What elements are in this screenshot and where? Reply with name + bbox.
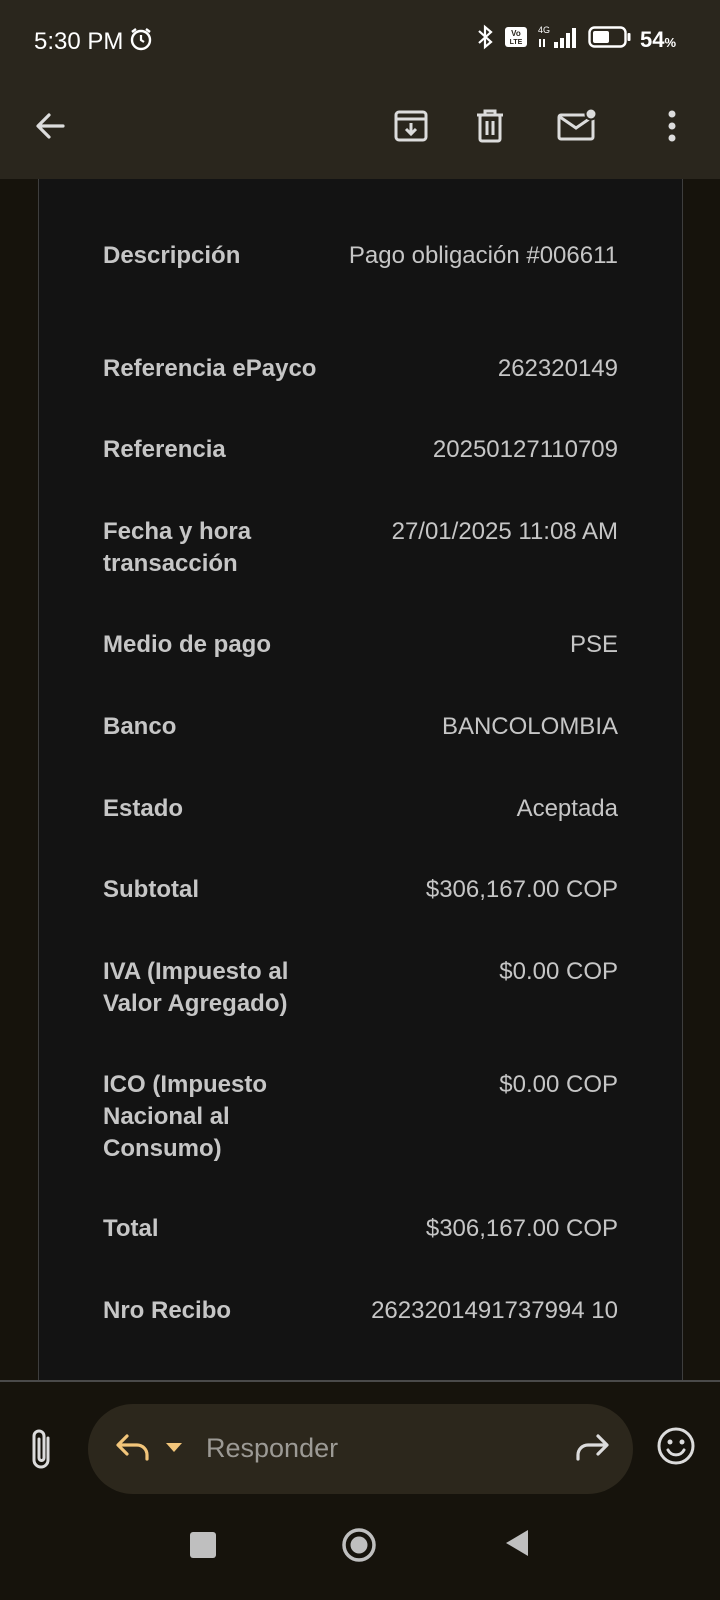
- receipt-value: $306,167.00 COP: [425, 876, 618, 903]
- receipt-value: PSE: [569, 631, 618, 658]
- receipt-label: Referencia: [103, 436, 226, 463]
- receipt-card: Descripción Pago obligación #006611 Refe…: [38, 179, 683, 1380]
- recents-icon[interactable]: [190, 1532, 216, 1558]
- receipt-label: Nro Recibo: [103, 1297, 232, 1324]
- forward-icon[interactable]: [571, 1430, 611, 1471]
- receipt-label: Estado: [103, 795, 184, 822]
- volte-icon: Vo LTE: [504, 26, 528, 53]
- back-arrow-icon: [33, 109, 67, 148]
- archive-icon: [393, 108, 429, 149]
- receipt-label: Subtotal: [103, 876, 199, 903]
- archive-button[interactable]: [383, 100, 439, 156]
- mark-unread-icon: [556, 107, 598, 149]
- reply-compose-bar[interactable]: Responder: [88, 1404, 633, 1494]
- more-icon: [667, 109, 677, 148]
- email-body[interactable]: Descripción Pago obligación #006611 Refe…: [0, 179, 720, 1380]
- status-icons: Vo LTE 4G 54%: [474, 24, 676, 55]
- receipt-label: Fecha y hora transacción: [103, 518, 252, 577]
- receipt-value: 20250127110709: [432, 436, 618, 463]
- alarm-icon: [128, 26, 154, 57]
- receipt-label: Total: [103, 1215, 159, 1242]
- status-bar: 5:30 PM Vo LTE 4G 54%: [0, 0, 720, 80]
- receipt-value: $306,167.00 COP: [425, 1215, 618, 1242]
- svg-text:LTE: LTE: [510, 39, 523, 46]
- battery-percentage-unit: %: [664, 34, 676, 50]
- nav-back-icon[interactable]: [504, 1528, 530, 1563]
- receipt-label: Referencia ePayco: [103, 355, 317, 382]
- receipt-value: 27/01/2025 11:08 AM: [391, 518, 618, 545]
- back-button[interactable]: [22, 100, 78, 156]
- receipt-label: IVA (Impuesto al Valor Agregado): [103, 958, 289, 1017]
- reply-icon[interactable]: [114, 1430, 154, 1471]
- attachment-icon[interactable]: [22, 1424, 62, 1474]
- status-time: 5:30 PM: [34, 28, 124, 55]
- receipt-label: ICO (Impuesto Nacional al Consumo): [103, 1071, 268, 1162]
- receipt-label: Banco: [103, 713, 177, 740]
- receipt-value: BANCOLOMBIA: [441, 713, 618, 740]
- system-nav-bar: [0, 1492, 720, 1600]
- app-bar: [0, 80, 720, 179]
- receipt-label: Medio de pago: [103, 631, 271, 658]
- reply-placeholder: Responder: [206, 1433, 339, 1463]
- mark-unread-button[interactable]: [549, 100, 605, 156]
- dropdown-caret-icon[interactable]: [164, 1440, 184, 1459]
- more-options-button[interactable]: [644, 100, 700, 156]
- emoji-icon[interactable]: [654, 1424, 698, 1473]
- receipt-value: 2623201491737994 10: [371, 1297, 618, 1324]
- home-icon[interactable]: [340, 1526, 376, 1562]
- signal-icon: 4G: [536, 24, 580, 55]
- network-type-label: 4G: [538, 25, 550, 35]
- battery-percentage: 54%: [640, 27, 676, 53]
- receipt-value: Pago obligación #006611: [348, 242, 618, 269]
- bluetooth-icon: [474, 24, 496, 55]
- receipt-value: 262320149: [497, 355, 618, 382]
- delete-icon: [473, 108, 507, 149]
- receipt-value: $0.00 COP: [499, 958, 618, 985]
- battery-icon: [588, 25, 632, 54]
- receipt-value: $0.00 COP: [499, 1071, 618, 1098]
- reply-bar: Responder: [0, 1382, 720, 1600]
- svg-text:Vo: Vo: [511, 29, 521, 38]
- receipt-status-value: Aceptada: [516, 795, 618, 822]
- delete-button[interactable]: [462, 100, 518, 156]
- receipt-label: Descripción: [103, 242, 241, 269]
- battery-percentage-value: 54: [639, 26, 665, 52]
